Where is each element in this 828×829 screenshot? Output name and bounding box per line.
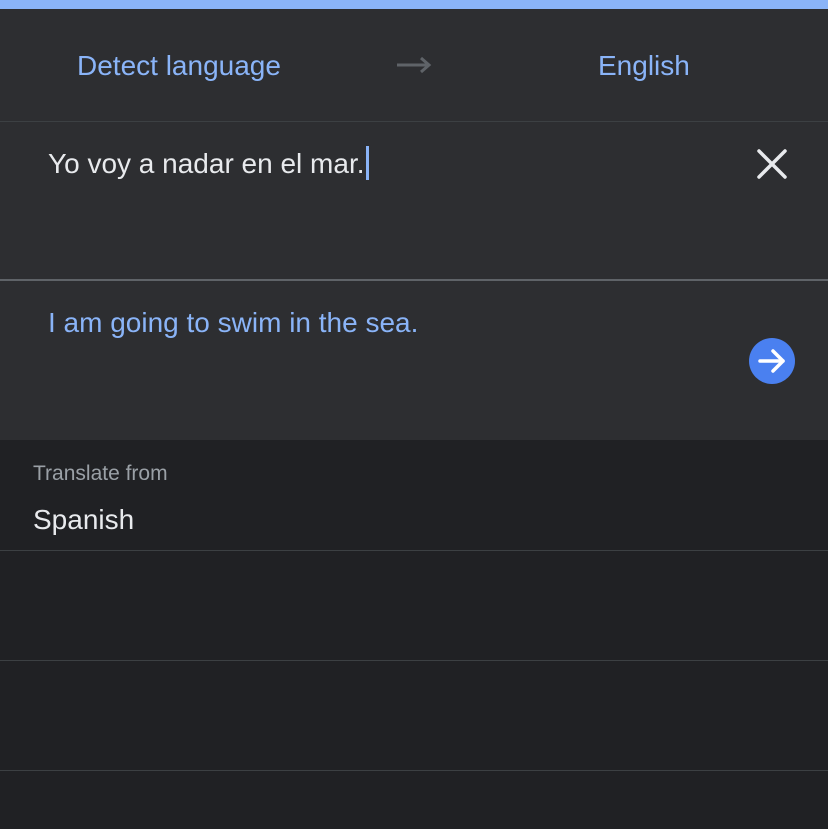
- translation-text[interactable]: I am going to swim in the sea.: [48, 305, 418, 341]
- list-item-label: Spanish: [33, 504, 135, 535]
- source-text-area[interactable]: Yo voy a nadar en el mar.: [0, 122, 828, 281]
- arrow-right-circle-icon: [758, 349, 785, 373]
- source-language-button[interactable]: Detect language: [77, 49, 281, 83]
- source-text-input[interactable]: Yo voy a nadar en el mar.: [48, 146, 369, 182]
- language-bar: Detect language English: [0, 9, 828, 122]
- arrow-right-icon[interactable]: [396, 55, 432, 75]
- list-item[interactable]: [0, 661, 828, 771]
- close-icon[interactable]: [752, 144, 792, 184]
- text-caret: [365, 146, 369, 180]
- source-text: Yo voy a nadar en el mar.: [48, 148, 365, 179]
- target-language-button[interactable]: English: [598, 49, 690, 83]
- top-accent-bar: [0, 0, 828, 9]
- list-item[interactable]: [0, 551, 828, 661]
- list-item[interactable]: Spanish: [0, 441, 828, 551]
- translation-area: I am going to swim in the sea.: [0, 281, 828, 440]
- translate-go-button[interactable]: [749, 338, 795, 384]
